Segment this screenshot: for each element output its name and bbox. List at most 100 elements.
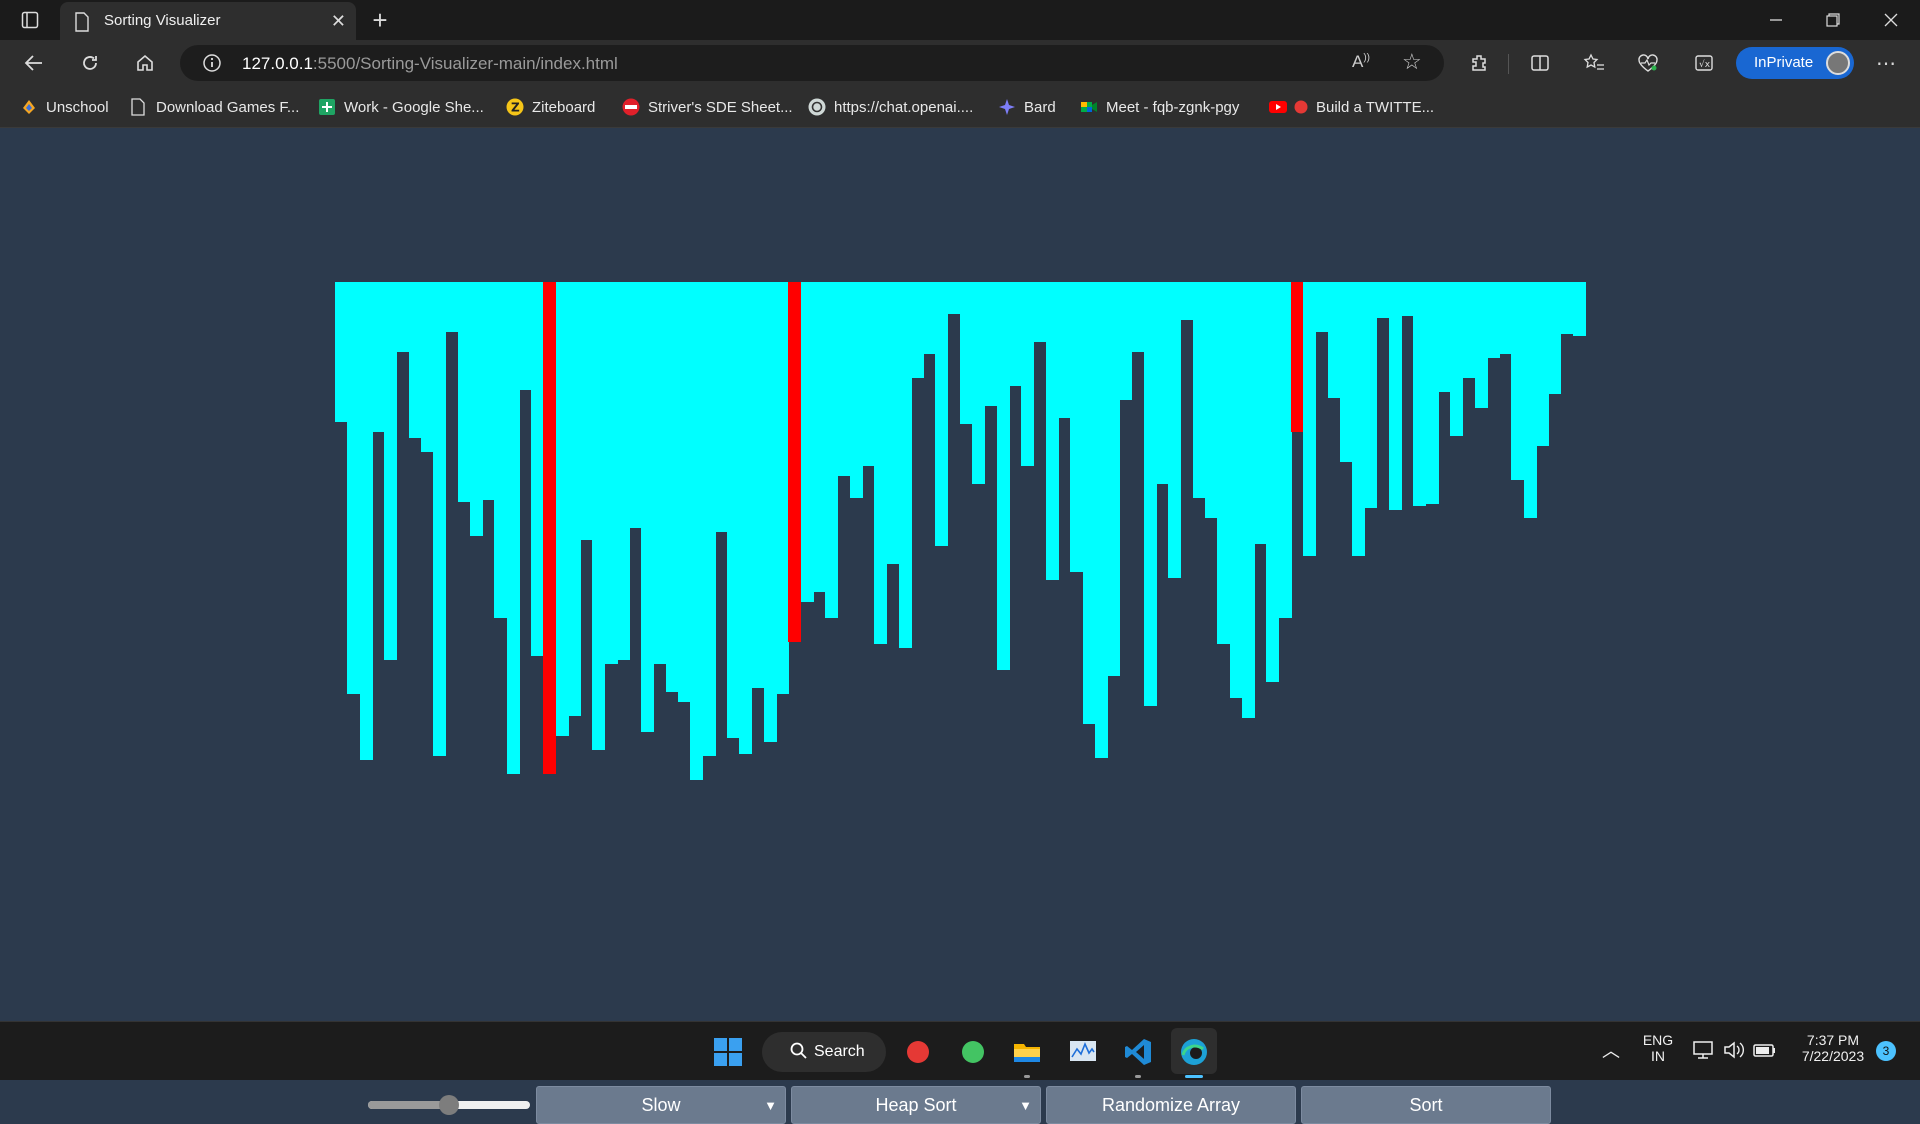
sort-button[interactable]: Sort [1301,1086,1551,1124]
array-bar [1339,282,1353,462]
home-icon[interactable] [131,49,159,77]
file-explorer-icon[interactable] [1012,1037,1042,1067]
clock-time: 7:37 PM [1806,1032,1860,1048]
bookmark-striver-sde[interactable]: Striver's SDE Sheet... [622,96,793,118]
array-bar [1180,282,1194,320]
favorites-icon[interactable] [1580,49,1608,77]
new-tab-icon[interactable]: + [366,5,394,35]
restore-icon[interactable] [1819,6,1847,34]
algorithm-select[interactable]: Heap Sort ▼ [791,1086,1041,1124]
speed-slider-thumb[interactable] [439,1095,459,1115]
array-bar [1009,282,1023,386]
record-dot-icon [1294,100,1308,114]
bookmark-build-twitter[interactable]: Build a TWITTE... [1268,96,1434,118]
browser-essentials-icon[interactable] [1634,49,1662,77]
clock-date: 7/22/2023 [1801,1048,1865,1064]
tab-actions-icon[interactable] [16,6,44,34]
running-app-indicator [1024,1075,1030,1078]
chevron-up-icon[interactable]: ︿ [1596,1037,1626,1067]
array-bar [1205,282,1219,518]
close-window-icon[interactable] [1877,6,1905,34]
green-circle-app-icon[interactable] [958,1037,988,1067]
battery-icon[interactable] [1752,1037,1782,1067]
region-code: IN [1651,1048,1665,1064]
bookmark-meet[interactable]: Meet - fqb-zgnk-pgy [1080,96,1239,118]
split-screen-icon[interactable] [1526,49,1554,77]
array-bar [947,282,961,314]
bookmark-label: Meet - fqb-zgnk-pgy [1106,98,1240,116]
array-bar [1266,282,1280,682]
tab-sorting-visualizer[interactable]: Sorting Visualizer ✕ [60,2,356,40]
more-options-icon[interactable]: ⋯ [1872,49,1900,77]
favorite-star-icon[interactable]: ☆ [1402,49,1422,75]
speed-select-value: Slow [641,1094,681,1115]
tab-title: Sorting Visualizer [104,12,221,29]
array-bar [1437,282,1451,392]
array-bar [714,282,728,532]
refresh-icon[interactable] [76,49,104,77]
chevron-down-icon: ▼ [764,1098,777,1113]
array-bar [469,282,483,536]
clock[interactable]: 7:37 PM 7/22/2023 [1790,1032,1876,1064]
bookmark-bard[interactable]: Bard [998,96,1056,118]
array-bar [1033,282,1047,342]
array-bar [531,282,545,656]
bookmark-download-games[interactable]: Download Games F... [130,96,299,118]
page-icon [130,98,148,116]
array-bar [1327,282,1341,398]
language-indicator[interactable]: ENG IN [1638,1032,1678,1064]
sheets-icon [318,98,336,116]
page-viewport: Slow ▼ Heap Sort ▼ Randomize Array Sort [0,128,1920,1124]
randomize-array-button[interactable]: Randomize Array [1046,1086,1296,1124]
array-bar [616,282,630,660]
bookmark-unschool[interactable]: Unschool [20,96,109,118]
unschool-icon [20,98,38,116]
address-bar[interactable]: 127.0.0.1:5500/Sorting-Visualizer-main/i… [180,45,1444,81]
array-bar [1143,282,1157,706]
extensions-icon[interactable] [1465,49,1493,77]
array-bar [1021,282,1035,466]
array-bar [996,282,1010,670]
vscode-icon[interactable] [1123,1037,1153,1067]
array-bar [1107,282,1121,676]
read-aloud-icon[interactable]: A)) [1352,52,1370,72]
search-icon [790,1042,808,1065]
bookmark-ziteboard[interactable]: Z Ziteboard [506,96,595,118]
bookmark-chat-openai[interactable]: https://chat.openai.... [808,96,973,118]
bard-icon [998,98,1016,116]
array-bar [1058,282,1072,418]
site-info-icon[interactable] [202,53,222,78]
network-icon[interactable] [1692,1037,1722,1067]
array-bar [433,282,447,756]
inprivate-button[interactable]: InPrivate [1736,47,1854,79]
speed-select[interactable]: Slow ▼ [536,1086,786,1124]
bookmark-work-sheets[interactable]: Work - Google She... [318,96,484,118]
red-circle-app-icon[interactable] [903,1037,933,1067]
array-bar [335,282,348,422]
array-bar [555,282,569,736]
back-icon[interactable] [20,49,48,77]
language-code: ENG [1642,1032,1674,1048]
array-bar [384,282,398,660]
volume-icon[interactable] [1722,1037,1752,1067]
url-text[interactable]: 127.0.0.1:5500/Sorting-Visualizer-main/i… [242,54,618,74]
array-bar [518,282,532,390]
array-bar [1254,282,1268,544]
speed-slider[interactable] [368,1095,530,1115]
taskbar-search[interactable]: Search [762,1032,886,1072]
windows-start-icon[interactable] [713,1037,743,1067]
close-tab-icon[interactable]: ✕ [331,11,346,32]
sort-label: Sort [1409,1094,1443,1115]
array-bar [420,282,434,452]
randomize-array-label: Randomize Array [1101,1094,1241,1115]
edge-browser-icon[interactable] [1179,1037,1209,1067]
notification-badge[interactable]: 3 [1876,1041,1896,1061]
math-solver-icon[interactable]: √x [1690,49,1718,77]
bookmarks-bar: Unschool Download Games F... Work - Goog… [0,86,1920,128]
array-bar [690,282,704,780]
minimize-icon[interactable] [1762,6,1790,34]
array-bar [1352,282,1366,556]
array-bar [482,282,496,500]
performance-monitor-icon[interactable] [1068,1037,1098,1067]
array-bar [727,282,741,738]
